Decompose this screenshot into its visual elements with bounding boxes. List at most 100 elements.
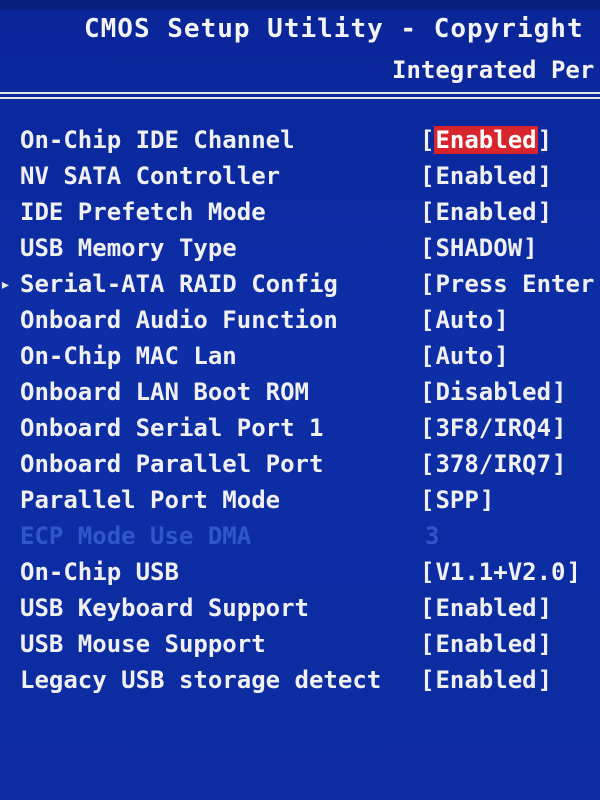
setting-value-text: Disabled bbox=[435, 378, 552, 406]
setting-row-ecp-mode-use-dma: ECP Mode Use DMA 3 bbox=[0, 520, 600, 556]
setting-row-on-chip-ide-channel[interactable]: On-Chip IDE Channel [Enabled] bbox=[0, 124, 600, 160]
setting-value-text: Enabled bbox=[435, 630, 537, 658]
bracket-open: [ bbox=[420, 306, 435, 334]
bracket-close: ] bbox=[494, 306, 509, 334]
setting-label: Serial-ATA RAID Config bbox=[20, 270, 338, 298]
bracket-close: ] bbox=[537, 162, 553, 190]
setting-value-text: SHADOW bbox=[435, 234, 523, 262]
setting-row-legacy-usb-storage-detect[interactable]: Legacy USB storage detect [Enabled] bbox=[0, 664, 600, 700]
header-divider-top bbox=[0, 92, 600, 94]
bracket-open: [ bbox=[420, 126, 435, 154]
bracket-open: [ bbox=[420, 414, 435, 442]
bracket-open: [ bbox=[420, 450, 435, 478]
setting-value-text: Enabled bbox=[435, 594, 537, 622]
setting-value-text: Enabled bbox=[435, 666, 537, 694]
bracket-close: ] bbox=[537, 198, 553, 226]
bracket-close: ] bbox=[552, 414, 567, 442]
setting-label: Onboard LAN Boot ROM bbox=[20, 378, 309, 406]
setting-value[interactable]: [SHADOW] bbox=[420, 234, 538, 262]
setting-value: 3 bbox=[424, 522, 440, 550]
bracket-open: [ bbox=[420, 594, 435, 622]
setting-value[interactable]: [Enabled] bbox=[420, 594, 552, 622]
setting-row-usb-keyboard-support[interactable]: USB Keyboard Support [Enabled] bbox=[0, 592, 600, 628]
bracket-open: [ bbox=[420, 198, 435, 226]
header-subtitle: Integrated Per bbox=[392, 56, 595, 84]
submenu-pointer-icon: ▸ bbox=[0, 274, 11, 295]
setting-value-text: 3F8/IRQ4 bbox=[435, 414, 552, 442]
setting-value[interactable]: [Auto] bbox=[420, 306, 509, 334]
setting-label: USB Mouse Support bbox=[20, 630, 266, 658]
bracket-close: ] bbox=[552, 450, 567, 478]
header-title: CMOS Setup Utility - Copyright (C) bbox=[84, 14, 600, 44]
setting-value-text: Auto bbox=[435, 306, 494, 334]
setting-row-usb-mouse-support[interactable]: USB Mouse Support [Enabled] bbox=[0, 628, 600, 664]
bracket-close: ] bbox=[523, 234, 538, 262]
setting-value[interactable]: [Enabled] bbox=[420, 162, 552, 190]
setting-row-on-chip-usb[interactable]: On-Chip USB [V1.1+V2.0] bbox=[0, 556, 600, 592]
bracket-close: ] bbox=[537, 666, 553, 694]
setting-value[interactable]: [378/IRQ7] bbox=[420, 450, 567, 478]
setting-row-onboard-parallel-port[interactable]: Onboard Parallel Port [378/IRQ7] bbox=[0, 448, 600, 484]
settings-list: On-Chip IDE Channel [Enabled] NV SATA Cont… bbox=[0, 124, 600, 700]
setting-value-text: SPP bbox=[435, 486, 479, 514]
bracket-open: [ bbox=[420, 378, 435, 406]
setting-value[interactable]: [3F8/IRQ4] bbox=[420, 414, 567, 442]
setting-label: USB Memory Type bbox=[20, 234, 237, 262]
setting-value[interactable]: [V1.1+V2.0] bbox=[420, 558, 581, 586]
bracket-open: [ bbox=[420, 486, 435, 514]
bracket-close: ] bbox=[566, 558, 581, 586]
setting-row-usb-memory-type[interactable]: USB Memory Type [SHADOW] bbox=[0, 232, 600, 268]
bracket-close: ] bbox=[494, 342, 509, 370]
setting-value-text: Enabled bbox=[434, 126, 538, 154]
setting-label: Onboard Serial Port 1 bbox=[20, 414, 324, 442]
setting-label: On-Chip USB bbox=[20, 558, 179, 586]
setting-label: ECP Mode Use DMA bbox=[20, 522, 252, 550]
bracket-open: [ bbox=[420, 270, 435, 298]
setting-value-text: Enabled bbox=[435, 198, 537, 226]
setting-value-text: V1.1+V2.0 bbox=[435, 558, 566, 586]
setting-row-nv-sata-controller[interactable]: NV SATA Controller [Enabled] bbox=[0, 160, 600, 196]
setting-label: USB Keyboard Support bbox=[20, 594, 309, 622]
bracket-open: [ bbox=[420, 630, 435, 658]
bracket-open: [ bbox=[420, 162, 435, 190]
bios-screen: CMOS Setup Utility - Copyright (C) Integ… bbox=[0, 0, 600, 800]
setting-value[interactable]: [Enabled] bbox=[420, 630, 552, 658]
setting-value[interactable]: [Disabled] bbox=[420, 378, 567, 406]
top-strip bbox=[0, 0, 600, 10]
bracket-close: ] bbox=[537, 630, 553, 658]
setting-row-onboard-lan-boot-rom[interactable]: Onboard LAN Boot ROM [Disabled] bbox=[0, 376, 600, 412]
setting-label: NV SATA Controller bbox=[20, 162, 281, 190]
setting-label: IDE Prefetch Mode bbox=[20, 198, 266, 226]
setting-row-onboard-serial-port-1[interactable]: Onboard Serial Port 1 [3F8/IRQ4] bbox=[0, 412, 600, 448]
setting-value[interactable]: [Enabled] bbox=[420, 666, 552, 694]
setting-label: On-Chip IDE Channel bbox=[20, 126, 295, 154]
setting-value[interactable]: [Enabled] bbox=[420, 126, 552, 154]
bracket-open: [ bbox=[420, 234, 435, 262]
setting-value[interactable]: [Press Enter bbox=[420, 270, 595, 298]
setting-row-onboard-audio-function[interactable]: Onboard Audio Function [Auto] bbox=[0, 304, 600, 340]
setting-row-parallel-port-mode[interactable]: Parallel Port Mode [SPP] bbox=[0, 484, 600, 520]
bracket-close: ] bbox=[537, 594, 553, 622]
setting-label: Onboard Audio Function bbox=[20, 306, 338, 334]
setting-row-ide-prefetch-mode[interactable]: IDE Prefetch Mode [Enabled] bbox=[0, 196, 600, 232]
setting-label: Onboard Parallel Port bbox=[20, 450, 324, 478]
setting-row-on-chip-mac-lan[interactable]: On-Chip MAC Lan [Auto] bbox=[0, 340, 600, 376]
setting-value[interactable]: [SPP] bbox=[420, 486, 494, 514]
setting-value-text: 3 bbox=[425, 522, 440, 550]
setting-value[interactable]: [Auto] bbox=[420, 342, 509, 370]
setting-value-text: Auto bbox=[435, 342, 494, 370]
bracket-open: [ bbox=[420, 342, 435, 370]
setting-value-text: 378/IRQ7 bbox=[435, 450, 552, 478]
bracket-close: ] bbox=[552, 378, 567, 406]
setting-value-text: Enabled bbox=[435, 162, 537, 190]
bracket-close: ] bbox=[479, 486, 495, 514]
bracket-open: [ bbox=[420, 666, 435, 694]
bracket-open: [ bbox=[420, 558, 435, 586]
header-divider-bottom bbox=[0, 97, 600, 99]
setting-label: Parallel Port Mode bbox=[20, 486, 281, 514]
setting-value[interactable]: [Enabled] bbox=[420, 198, 552, 226]
setting-row-serial-ata-raid-config[interactable]: ▸ Serial-ATA RAID Config [Press Enter bbox=[0, 268, 600, 304]
setting-label: On-Chip MAC Lan bbox=[20, 342, 237, 370]
setting-value-text: Press Enter bbox=[435, 270, 595, 298]
bracket-close: ] bbox=[537, 126, 553, 154]
